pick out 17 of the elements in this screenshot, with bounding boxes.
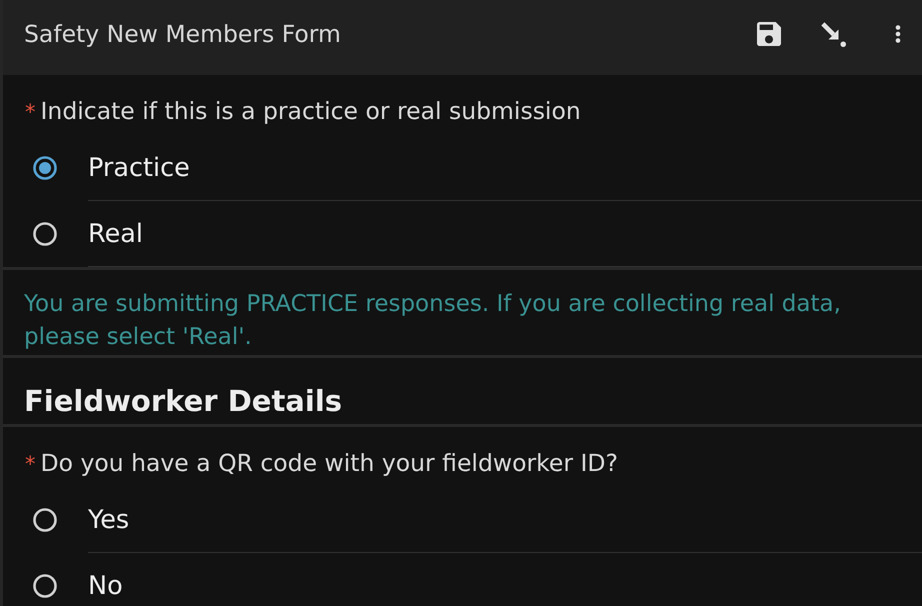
save-icon	[757, 22, 781, 46]
option-label[interactable]: Real	[88, 218, 143, 249]
option-label[interactable]: No	[88, 570, 123, 601]
radio-button[interactable]	[33, 222, 57, 246]
section-heading: Fieldworker Details	[24, 383, 344, 419]
required-asterisk: *	[25, 451, 36, 478]
option-label[interactable]: Yes	[88, 504, 130, 535]
info-note: You are submitting PRACTICE responses. If you are collecting real data, please select 'Real'.	[24, 290, 842, 352]
question-label: Indicate if this is a practice or real submission	[40, 96, 581, 127]
required-asterisk: *	[25, 99, 36, 126]
radio-button[interactable]	[33, 574, 57, 598]
option-label[interactable]: Practice	[88, 152, 190, 183]
arrow-down-right-icon	[820, 22, 846, 46]
radio-button[interactable]	[33, 156, 57, 180]
form-title: Safety New Members Form	[24, 20, 342, 48]
radio-button[interactable]	[33, 508, 57, 532]
question-label: Do you have a QR code with your fieldworker ID?	[40, 448, 618, 479]
